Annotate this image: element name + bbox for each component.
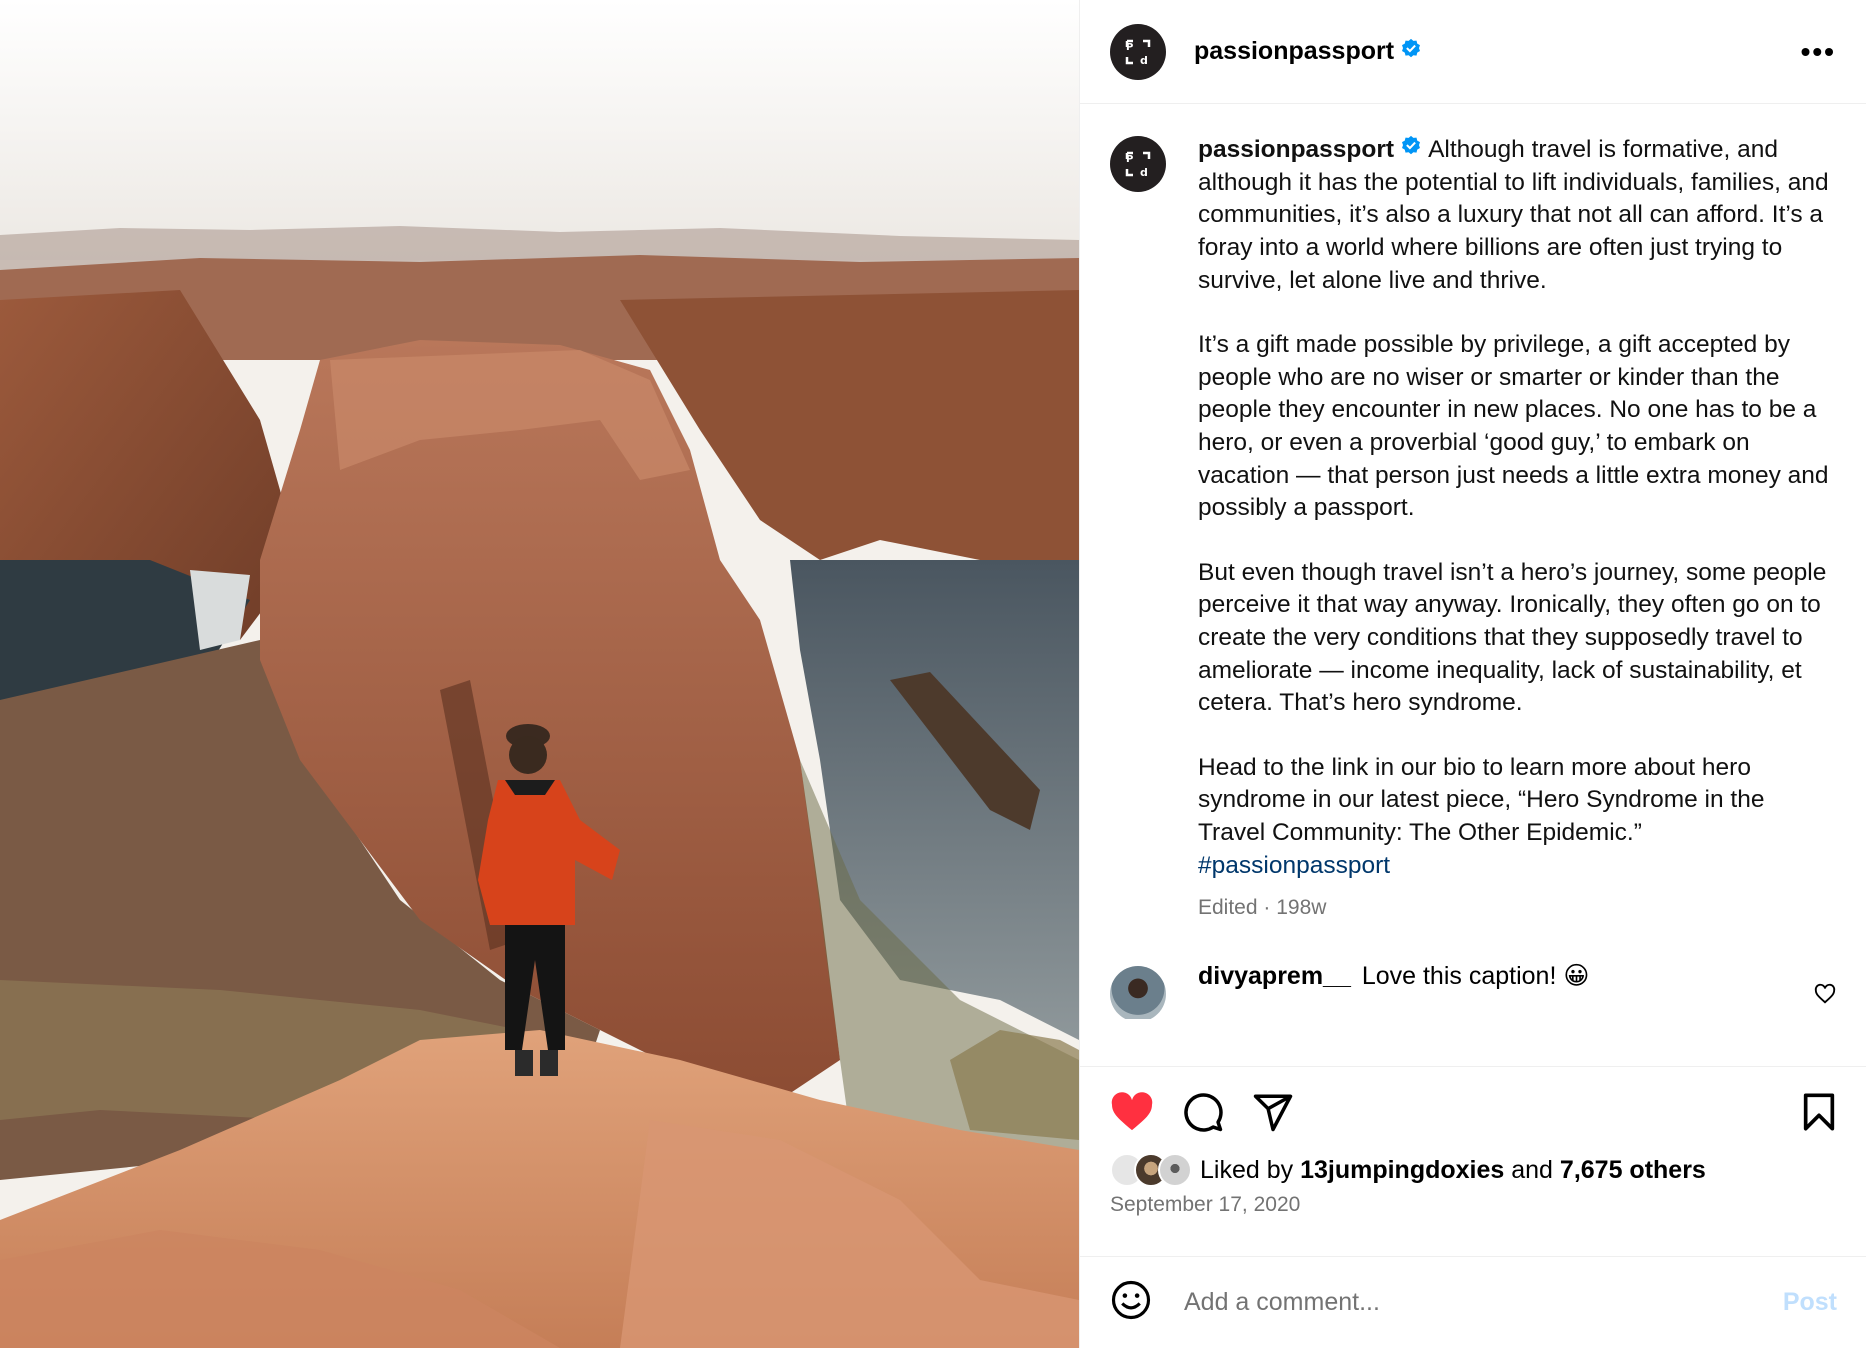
bookmark-icon[interactable] bbox=[1801, 1092, 1837, 1137]
caption-meta: Edited · 198w bbox=[1198, 896, 1327, 920]
likes-user-link[interactable]: 13jumpingdoxies bbox=[1300, 1156, 1504, 1185]
commenter-avatar[interactable] bbox=[1110, 965, 1166, 1019]
action-bar bbox=[1080, 1067, 1866, 1137]
share-icon[interactable] bbox=[1252, 1091, 1294, 1138]
post-header: P d passionpassport ••• bbox=[1080, 0, 1866, 104]
comment-username[interactable]: divyaprem__ bbox=[1198, 962, 1351, 990]
post-comment-button[interactable]: Post bbox=[1783, 1288, 1837, 1317]
svg-text:P: P bbox=[1126, 42, 1133, 53]
liker-avatars bbox=[1110, 1153, 1192, 1187]
post-date[interactable]: September 17, 2020 bbox=[1080, 1187, 1866, 1217]
likes-others-link[interactable]: 7,675 others bbox=[1560, 1156, 1706, 1185]
caption-paragraph-3: But even though travel isn’t a hero’s jo… bbox=[1198, 558, 1827, 717]
svg-text:P: P bbox=[1126, 154, 1133, 165]
likes-middle: and bbox=[1511, 1155, 1553, 1184]
passionpassport-logo-icon: P d bbox=[1125, 151, 1151, 179]
hashtag-link[interactable]: #passionpassport bbox=[1198, 852, 1390, 879]
more-options-icon[interactable]: ••• bbox=[1801, 36, 1836, 68]
post-caption: P d passionpassport Although travel is fo… bbox=[1080, 104, 1866, 925]
caption-paragraph: passionpassport Although travel is format… bbox=[1198, 134, 1836, 297]
post-dialog: P d passionpassport ••• P d passionpassp… bbox=[0, 0, 1866, 1348]
comment-body: Love this caption! 😀 bbox=[1361, 961, 1590, 990]
comment-like-icon[interactable] bbox=[1814, 983, 1836, 1010]
post-sidebar: P d passionpassport ••• P d passionpassp… bbox=[1079, 0, 1866, 1348]
comment-item: divyaprem__ Love this caption! 😀 bbox=[1080, 925, 1866, 1019]
caption-paragraph-4: Head to the link in our bio to learn mor… bbox=[1198, 752, 1836, 882]
add-comment-bar: Post bbox=[1080, 1256, 1866, 1348]
profile-avatar[interactable]: P d bbox=[1110, 23, 1166, 80]
verified-badge-icon bbox=[1400, 134, 1422, 167]
actions-section: Liked by 13jumpingdoxies and 7,675 other… bbox=[1080, 1066, 1866, 1217]
verified-badge-icon bbox=[1400, 38, 1422, 65]
comment-input[interactable] bbox=[1182, 1287, 1783, 1318]
canyon-photo-image bbox=[0, 0, 1079, 1348]
svg-text:d: d bbox=[1140, 54, 1148, 67]
emoji-icon[interactable] bbox=[1110, 1279, 1152, 1326]
caption-paragraph-2: It’s a gift made possible by privilege, … bbox=[1198, 331, 1829, 522]
liker-avatar bbox=[1158, 1153, 1192, 1187]
caption-avatar[interactable]: P d bbox=[1110, 136, 1166, 192]
comment-icon[interactable] bbox=[1182, 1091, 1224, 1138]
header-username[interactable]: passionpassport bbox=[1194, 37, 1394, 66]
caption-paragraph-4-text: Head to the link in our bio to learn mor… bbox=[1198, 753, 1765, 846]
caption-username[interactable]: passionpassport bbox=[1198, 136, 1394, 163]
caption-text: passionpassport Although travel is format… bbox=[1198, 134, 1836, 925]
svg-text:d: d bbox=[1140, 166, 1148, 179]
likes-summary: Liked by 13jumpingdoxies and 7,675 other… bbox=[1080, 1137, 1866, 1187]
post-photo[interactable] bbox=[0, 0, 1079, 1348]
passionpassport-logo-icon: P d bbox=[1125, 39, 1151, 67]
comment-text: divyaprem__ Love this caption! 😀 bbox=[1198, 961, 1589, 991]
liked-heart-icon[interactable] bbox=[1110, 1091, 1154, 1137]
likes-prefix: Liked by bbox=[1200, 1155, 1294, 1184]
